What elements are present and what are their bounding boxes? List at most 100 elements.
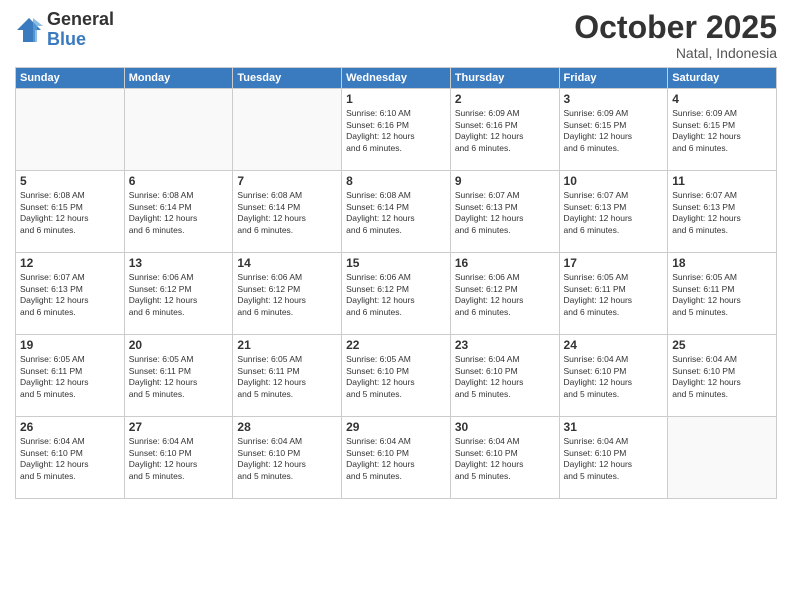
day-number: 27 <box>129 420 229 434</box>
day-number: 31 <box>564 420 664 434</box>
table-row: 12 Sunrise: 6:07 AM Sunset: 6:13 PM Dayli… <box>16 253 125 335</box>
day-number: 28 <box>237 420 337 434</box>
calendar-week-row: 1 Sunrise: 6:10 AM Sunset: 6:16 PM Daylig… <box>16 89 777 171</box>
table-row: 14 Sunrise: 6:06 AM Sunset: 6:12 PM Dayli… <box>233 253 342 335</box>
logo-blue: Blue <box>47 30 114 50</box>
table-row <box>668 417 777 499</box>
table-row: 6Sunrise: 6:08 AM Sunset: 6:14 PM Daylig… <box>124 171 233 253</box>
day-number: 16 <box>455 256 555 270</box>
table-row: 18 Sunrise: 6:05 AM Sunset: 6:11 PM Dayli… <box>668 253 777 335</box>
day-info: Sunrise: 6:04 AM Sunset: 6:10 PM Dayligh… <box>564 354 664 400</box>
day-info: Sunrise: 6:04 AM Sunset: 6:10 PM Dayligh… <box>20 436 120 482</box>
table-row: 11 Sunrise: 6:07 AM Sunset: 6:13 PM Dayli… <box>668 171 777 253</box>
day-info: Sunrise: 6:06 AM Sunset: 6:12 PM Dayligh… <box>129 272 229 318</box>
day-number: 21 <box>237 338 337 352</box>
title-area: October 2025 Natal, Indonesia <box>574 10 777 61</box>
day-info: Sunrise: 6:05 AM Sunset: 6:11 PM Dayligh… <box>237 354 337 400</box>
calendar-week-row: 12 Sunrise: 6:07 AM Sunset: 6:13 PM Dayli… <box>16 253 777 335</box>
day-info: Sunrise: 6:05 AM Sunset: 6:11 PM Dayligh… <box>129 354 229 400</box>
day-number: 22 <box>346 338 446 352</box>
day-info: Sunrise: 6:04 AM Sunset: 6:10 PM Dayligh… <box>129 436 229 482</box>
calendar-week-row: 19Sunrise: 6:05 AM Sunset: 6:11 PM Dayli… <box>16 335 777 417</box>
day-number: 18 <box>672 256 772 270</box>
table-row: 8 Sunrise: 6:08 AM Sunset: 6:14 PM Daylig… <box>342 171 451 253</box>
table-row: 27 Sunrise: 6:04 AM Sunset: 6:10 PM Dayli… <box>124 417 233 499</box>
col-saturday: Saturday <box>668 68 777 89</box>
day-info: Sunrise: 6:05 AM Sunset: 6:11 PM Dayligh… <box>20 354 120 400</box>
table-row: 26 Sunrise: 6:04 AM Sunset: 6:10 PM Dayli… <box>16 417 125 499</box>
table-row: 20 Sunrise: 6:05 AM Sunset: 6:11 PM Dayli… <box>124 335 233 417</box>
calendar-week-row: 5 Sunrise: 6:08 AM Sunset: 6:15 PM Daylig… <box>16 171 777 253</box>
day-number: 13 <box>129 256 229 270</box>
col-friday: Friday <box>559 68 668 89</box>
table-row: 1 Sunrise: 6:10 AM Sunset: 6:16 PM Daylig… <box>342 89 451 171</box>
day-info: Sunrise: 6:05 AM Sunset: 6:10 PM Dayligh… <box>346 354 446 400</box>
day-info: Sunrise: 6:06 AM Sunset: 6:12 PM Dayligh… <box>237 272 337 318</box>
day-info: Sunrise: 6:08 AM Sunset: 6:14 PM Dayligh… <box>346 190 446 236</box>
table-row: 22 Sunrise: 6:05 AM Sunset: 6:10 PM Dayli… <box>342 335 451 417</box>
day-info: Sunrise: 6:04 AM Sunset: 6:10 PM Dayligh… <box>564 436 664 482</box>
table-row: 17 Sunrise: 6:05 AM Sunset: 6:11 PM Dayli… <box>559 253 668 335</box>
day-number: 26 <box>20 420 120 434</box>
table-row: 2 Sunrise: 6:09 AM Sunset: 6:16 PM Daylig… <box>450 89 559 171</box>
day-info: Sunrise: 6:08 AM Sunset: 6:14 PM Dayligh… <box>237 190 337 236</box>
day-info: Sunrise: 6:10 AM Sunset: 6:16 PM Dayligh… <box>346 108 446 154</box>
table-row <box>233 89 342 171</box>
col-tuesday: Tuesday <box>233 68 342 89</box>
col-monday: Monday <box>124 68 233 89</box>
table-row: 25 Sunrise: 6:04 AM Sunset: 6:10 PM Dayli… <box>668 335 777 417</box>
table-row: 10 Sunrise: 6:07 AM Sunset: 6:13 PM Dayli… <box>559 171 668 253</box>
day-number: 5 <box>20 174 120 188</box>
day-info: Sunrise: 6:04 AM Sunset: 6:10 PM Dayligh… <box>455 436 555 482</box>
table-row: 13 Sunrise: 6:06 AM Sunset: 6:12 PM Dayli… <box>124 253 233 335</box>
day-number: 17 <box>564 256 664 270</box>
calendar-week-row: 26 Sunrise: 6:04 AM Sunset: 6:10 PM Dayli… <box>16 417 777 499</box>
day-info: Sunrise: 6:07 AM Sunset: 6:13 PM Dayligh… <box>20 272 120 318</box>
day-number: 12 <box>20 256 120 270</box>
day-number: 2 <box>455 92 555 106</box>
table-row: 21 Sunrise: 6:05 AM Sunset: 6:11 PM Dayli… <box>233 335 342 417</box>
day-number: 11 <box>672 174 772 188</box>
day-number: 3 <box>564 92 664 106</box>
table-row: 15Sunrise: 6:06 AM Sunset: 6:12 PM Dayli… <box>342 253 451 335</box>
page: General Blue October 2025 Natal, Indones… <box>0 0 792 612</box>
col-sunday: Sunday <box>16 68 125 89</box>
calendar-header-row: Sunday Monday Tuesday Wednesday Thursday… <box>16 68 777 89</box>
day-number: 25 <box>672 338 772 352</box>
day-info: Sunrise: 6:05 AM Sunset: 6:11 PM Dayligh… <box>564 272 664 318</box>
day-info: Sunrise: 6:07 AM Sunset: 6:13 PM Dayligh… <box>672 190 772 236</box>
day-info: Sunrise: 6:07 AM Sunset: 6:13 PM Dayligh… <box>564 190 664 236</box>
table-row <box>16 89 125 171</box>
day-info: Sunrise: 6:05 AM Sunset: 6:11 PM Dayligh… <box>672 272 772 318</box>
day-number: 24 <box>564 338 664 352</box>
day-number: 10 <box>564 174 664 188</box>
table-row: 4Sunrise: 6:09 AM Sunset: 6:15 PM Daylig… <box>668 89 777 171</box>
logo-general: General <box>47 10 114 30</box>
day-number: 4 <box>672 92 772 106</box>
table-row: 28Sunrise: 6:04 AM Sunset: 6:10 PM Dayli… <box>233 417 342 499</box>
day-number: 7 <box>237 174 337 188</box>
day-info: Sunrise: 6:06 AM Sunset: 6:12 PM Dayligh… <box>455 272 555 318</box>
day-info: Sunrise: 6:07 AM Sunset: 6:13 PM Dayligh… <box>455 190 555 236</box>
day-info: Sunrise: 6:08 AM Sunset: 6:14 PM Dayligh… <box>129 190 229 236</box>
day-info: Sunrise: 6:08 AM Sunset: 6:15 PM Dayligh… <box>20 190 120 236</box>
table-row: 23Sunrise: 6:04 AM Sunset: 6:10 PM Dayli… <box>450 335 559 417</box>
table-row: 5 Sunrise: 6:08 AM Sunset: 6:15 PM Daylig… <box>16 171 125 253</box>
day-info: Sunrise: 6:04 AM Sunset: 6:10 PM Dayligh… <box>455 354 555 400</box>
table-row <box>124 89 233 171</box>
day-number: 29 <box>346 420 446 434</box>
calendar-body: 1 Sunrise: 6:10 AM Sunset: 6:16 PM Daylig… <box>16 89 777 499</box>
day-number: 20 <box>129 338 229 352</box>
month-title: October 2025 <box>574 10 777 45</box>
location-subtitle: Natal, Indonesia <box>574 45 777 61</box>
day-info: Sunrise: 6:04 AM Sunset: 6:10 PM Dayligh… <box>672 354 772 400</box>
day-number: 15 <box>346 256 446 270</box>
table-row: 29Sunrise: 6:04 AM Sunset: 6:10 PM Dayli… <box>342 417 451 499</box>
day-number: 14 <box>237 256 337 270</box>
col-wednesday: Wednesday <box>342 68 451 89</box>
header: General Blue October 2025 Natal, Indones… <box>15 10 777 61</box>
day-number: 8 <box>346 174 446 188</box>
day-number: 1 <box>346 92 446 106</box>
table-row: 31 Sunrise: 6:04 AM Sunset: 6:10 PM Dayli… <box>559 417 668 499</box>
day-info: Sunrise: 6:09 AM Sunset: 6:16 PM Dayligh… <box>455 108 555 154</box>
